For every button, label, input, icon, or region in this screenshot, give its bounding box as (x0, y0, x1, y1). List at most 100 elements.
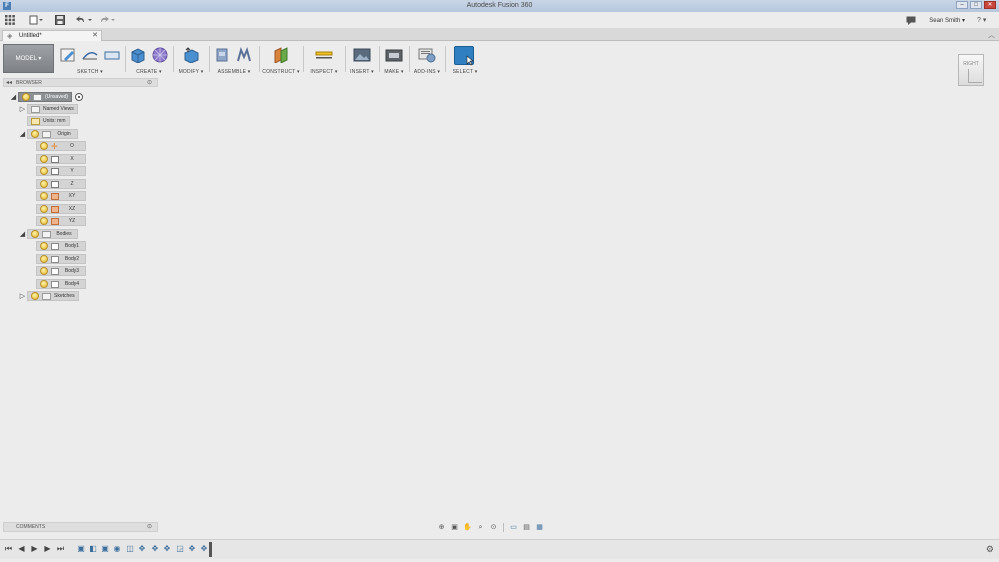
inspect-menu-label[interactable]: INSPECT ▾ (305, 69, 343, 75)
go-to-start-icon[interactable]: ⏮ (4, 544, 13, 554)
origin-item-row[interactable]: Z (36, 179, 86, 189)
modify-menu-label[interactable]: MODIFY ▾ (175, 69, 207, 75)
insert-group[interactable]: INSERT ▾ (347, 44, 377, 75)
body-row[interactable]: Body2 (36, 254, 86, 264)
activate-component-icon[interactable] (75, 93, 84, 101)
sketch-group[interactable]: SKETCH ▾ (57, 44, 123, 75)
body-node[interactable]: Body4 (36, 279, 86, 289)
timeline-move-icon[interactable]: ✥ (150, 544, 160, 554)
fit-zoom-icon[interactable]: ⊙ (488, 523, 499, 532)
collapse-arrow-icon[interactable]: ◢ (18, 130, 27, 138)
inspect-group[interactable]: INSPECT ▾ (305, 44, 343, 75)
root-component-node[interactable]: (Unsaved) (18, 92, 73, 102)
pan-hand-icon[interactable]: ✋ (462, 523, 473, 532)
select-menu-label[interactable]: SELECT ▾ (447, 69, 483, 75)
make-group[interactable]: MAKE ▾ (381, 44, 407, 75)
construct-menu-label[interactable]: CONSTRUCT ▾ (261, 69, 301, 75)
origin-item-row[interactable]: Y (36, 166, 86, 176)
visibility-bulb-icon[interactable] (40, 192, 48, 200)
assemble-group[interactable]: ASSEMBLE ▾ (211, 44, 257, 75)
tree-sketches-row[interactable]: ▷ Sketches (18, 291, 79, 301)
help-menu[interactable]: ? ▾ (977, 15, 986, 26)
new-component-icon[interactable] (213, 47, 231, 63)
add-ins-group[interactable]: ADD-INS ▾ (411, 44, 443, 75)
visibility-bulb-icon[interactable] (40, 217, 48, 225)
create-group[interactable]: CREATE ▾ (127, 44, 171, 75)
tree-units-row[interactable]: Units: mm (27, 116, 70, 126)
visibility-bulb-icon[interactable] (40, 142, 48, 150)
visual-style-icon[interactable]: ▤ (521, 523, 532, 532)
body-node[interactable]: Body1 (36, 241, 86, 251)
collapse-arrow-icon[interactable]: ◢ (18, 230, 27, 238)
z-axis-node[interactable]: Z (36, 179, 86, 189)
collapse-browser-icon[interactable]: ◂◂ (6, 79, 12, 86)
maximize-button[interactable]: □ (970, 1, 982, 9)
comments-panel-header[interactable]: COMMENTS ⊙ (3, 522, 158, 532)
visibility-bulb-icon[interactable] (40, 255, 48, 263)
viewcube[interactable]: RIGHT (955, 52, 985, 86)
origin-item-row[interactable]: XZ (36, 204, 86, 214)
sketches-node[interactable]: Sketches (27, 291, 79, 301)
select-group[interactable]: SELECT ▾ (447, 44, 483, 75)
origin-item-row[interactable]: YZ (36, 216, 86, 226)
origin-node[interactable]: Origin (27, 129, 78, 139)
measure-icon[interactable] (315, 47, 333, 63)
joint-icon[interactable] (235, 46, 253, 63)
visibility-bulb-icon[interactable] (40, 242, 48, 250)
origin-point-node[interactable]: ✛ O (36, 141, 86, 151)
visibility-bulb-icon[interactable] (40, 167, 48, 175)
comments-pin-icon[interactable]: ⊙ (147, 523, 152, 530)
data-panel-grid-icon[interactable] (5, 15, 15, 26)
redo-icon[interactable] (99, 15, 115, 26)
orbit-icon[interactable]: ⊕ (436, 523, 447, 532)
undo-icon[interactable] (76, 15, 92, 26)
visibility-bulb-icon[interactable] (31, 292, 39, 300)
origin-item-row[interactable]: XY (36, 191, 86, 201)
x-axis-node[interactable]: X (36, 154, 86, 164)
close-tab-icon[interactable]: ✕ (92, 31, 98, 41)
user-account-menu[interactable]: Sean Smith ▾ (929, 17, 965, 24)
visibility-bulb-icon[interactable] (40, 205, 48, 213)
body-row[interactable]: Body4 (36, 279, 86, 289)
add-ins-menu-label[interactable]: ADD-INS ▾ (411, 69, 443, 75)
visibility-bulb-icon[interactable] (31, 130, 39, 138)
minimize-button[interactable]: – (956, 1, 968, 9)
browser-pin-icon[interactable]: ⊙ (147, 79, 152, 86)
notifications-icon[interactable] (906, 15, 916, 26)
close-window-button[interactable]: ✕ (984, 1, 996, 9)
bodies-node[interactable]: Bodies (27, 229, 78, 239)
step-forward-icon[interactable]: ▶ (43, 544, 52, 553)
timeline-combine-icon[interactable]: ◲ (175, 544, 185, 554)
insert-image-icon[interactable] (353, 47, 371, 63)
modify-group[interactable]: MODIFY ▾ (175, 44, 207, 75)
body-node[interactable]: Body3 (36, 266, 86, 276)
timeline-move-icon[interactable]: ✥ (137, 544, 147, 554)
file-menu-icon[interactable] (29, 15, 43, 26)
y-axis-node[interactable]: Y (36, 166, 86, 176)
create-sketch-icon[interactable] (59, 47, 77, 63)
look-at-icon[interactable]: ▣ (449, 523, 460, 532)
visibility-bulb-icon[interactable] (31, 230, 39, 238)
browser-panel-header[interactable]: ◂◂ BROWSER ⊙ (3, 78, 158, 87)
step-back-icon[interactable]: ◀ (17, 544, 26, 553)
body-row[interactable]: Body3 (36, 266, 86, 276)
sketch-menu-label[interactable]: SKETCH ▾ (57, 69, 123, 75)
save-icon[interactable] (55, 15, 65, 26)
display-settings-icon[interactable]: ▭ (508, 523, 519, 532)
expand-arrow-icon[interactable]: ▷ (18, 105, 27, 113)
visibility-bulb-icon[interactable] (40, 267, 48, 275)
named-views-node[interactable]: Named Views (27, 104, 78, 114)
visibility-bulb-icon[interactable] (40, 155, 48, 163)
rectangle-tool-icon[interactable] (103, 47, 121, 63)
tree-bodies-row[interactable]: ◢ Bodies (18, 229, 78, 239)
timeline-extrude-icon[interactable]: ◫ (125, 544, 135, 554)
timeline-move-icon[interactable]: ✥ (199, 544, 209, 554)
grid-settings-icon[interactable]: ▦ (534, 523, 545, 532)
workspace-switcher[interactable]: MODEL ▾ (3, 44, 54, 73)
body-row[interactable]: Body1 (36, 241, 86, 251)
timeline-settings-gear-icon[interactable]: ⚙ (986, 544, 994, 555)
insert-menu-label[interactable]: INSERT ▾ (347, 69, 377, 75)
tree-root-row[interactable]: ◢ (Unsaved) (9, 92, 84, 102)
assemble-menu-label[interactable]: ASSEMBLE ▾ (211, 69, 257, 75)
timeline-revolve-icon[interactable]: ◉ (112, 544, 122, 554)
